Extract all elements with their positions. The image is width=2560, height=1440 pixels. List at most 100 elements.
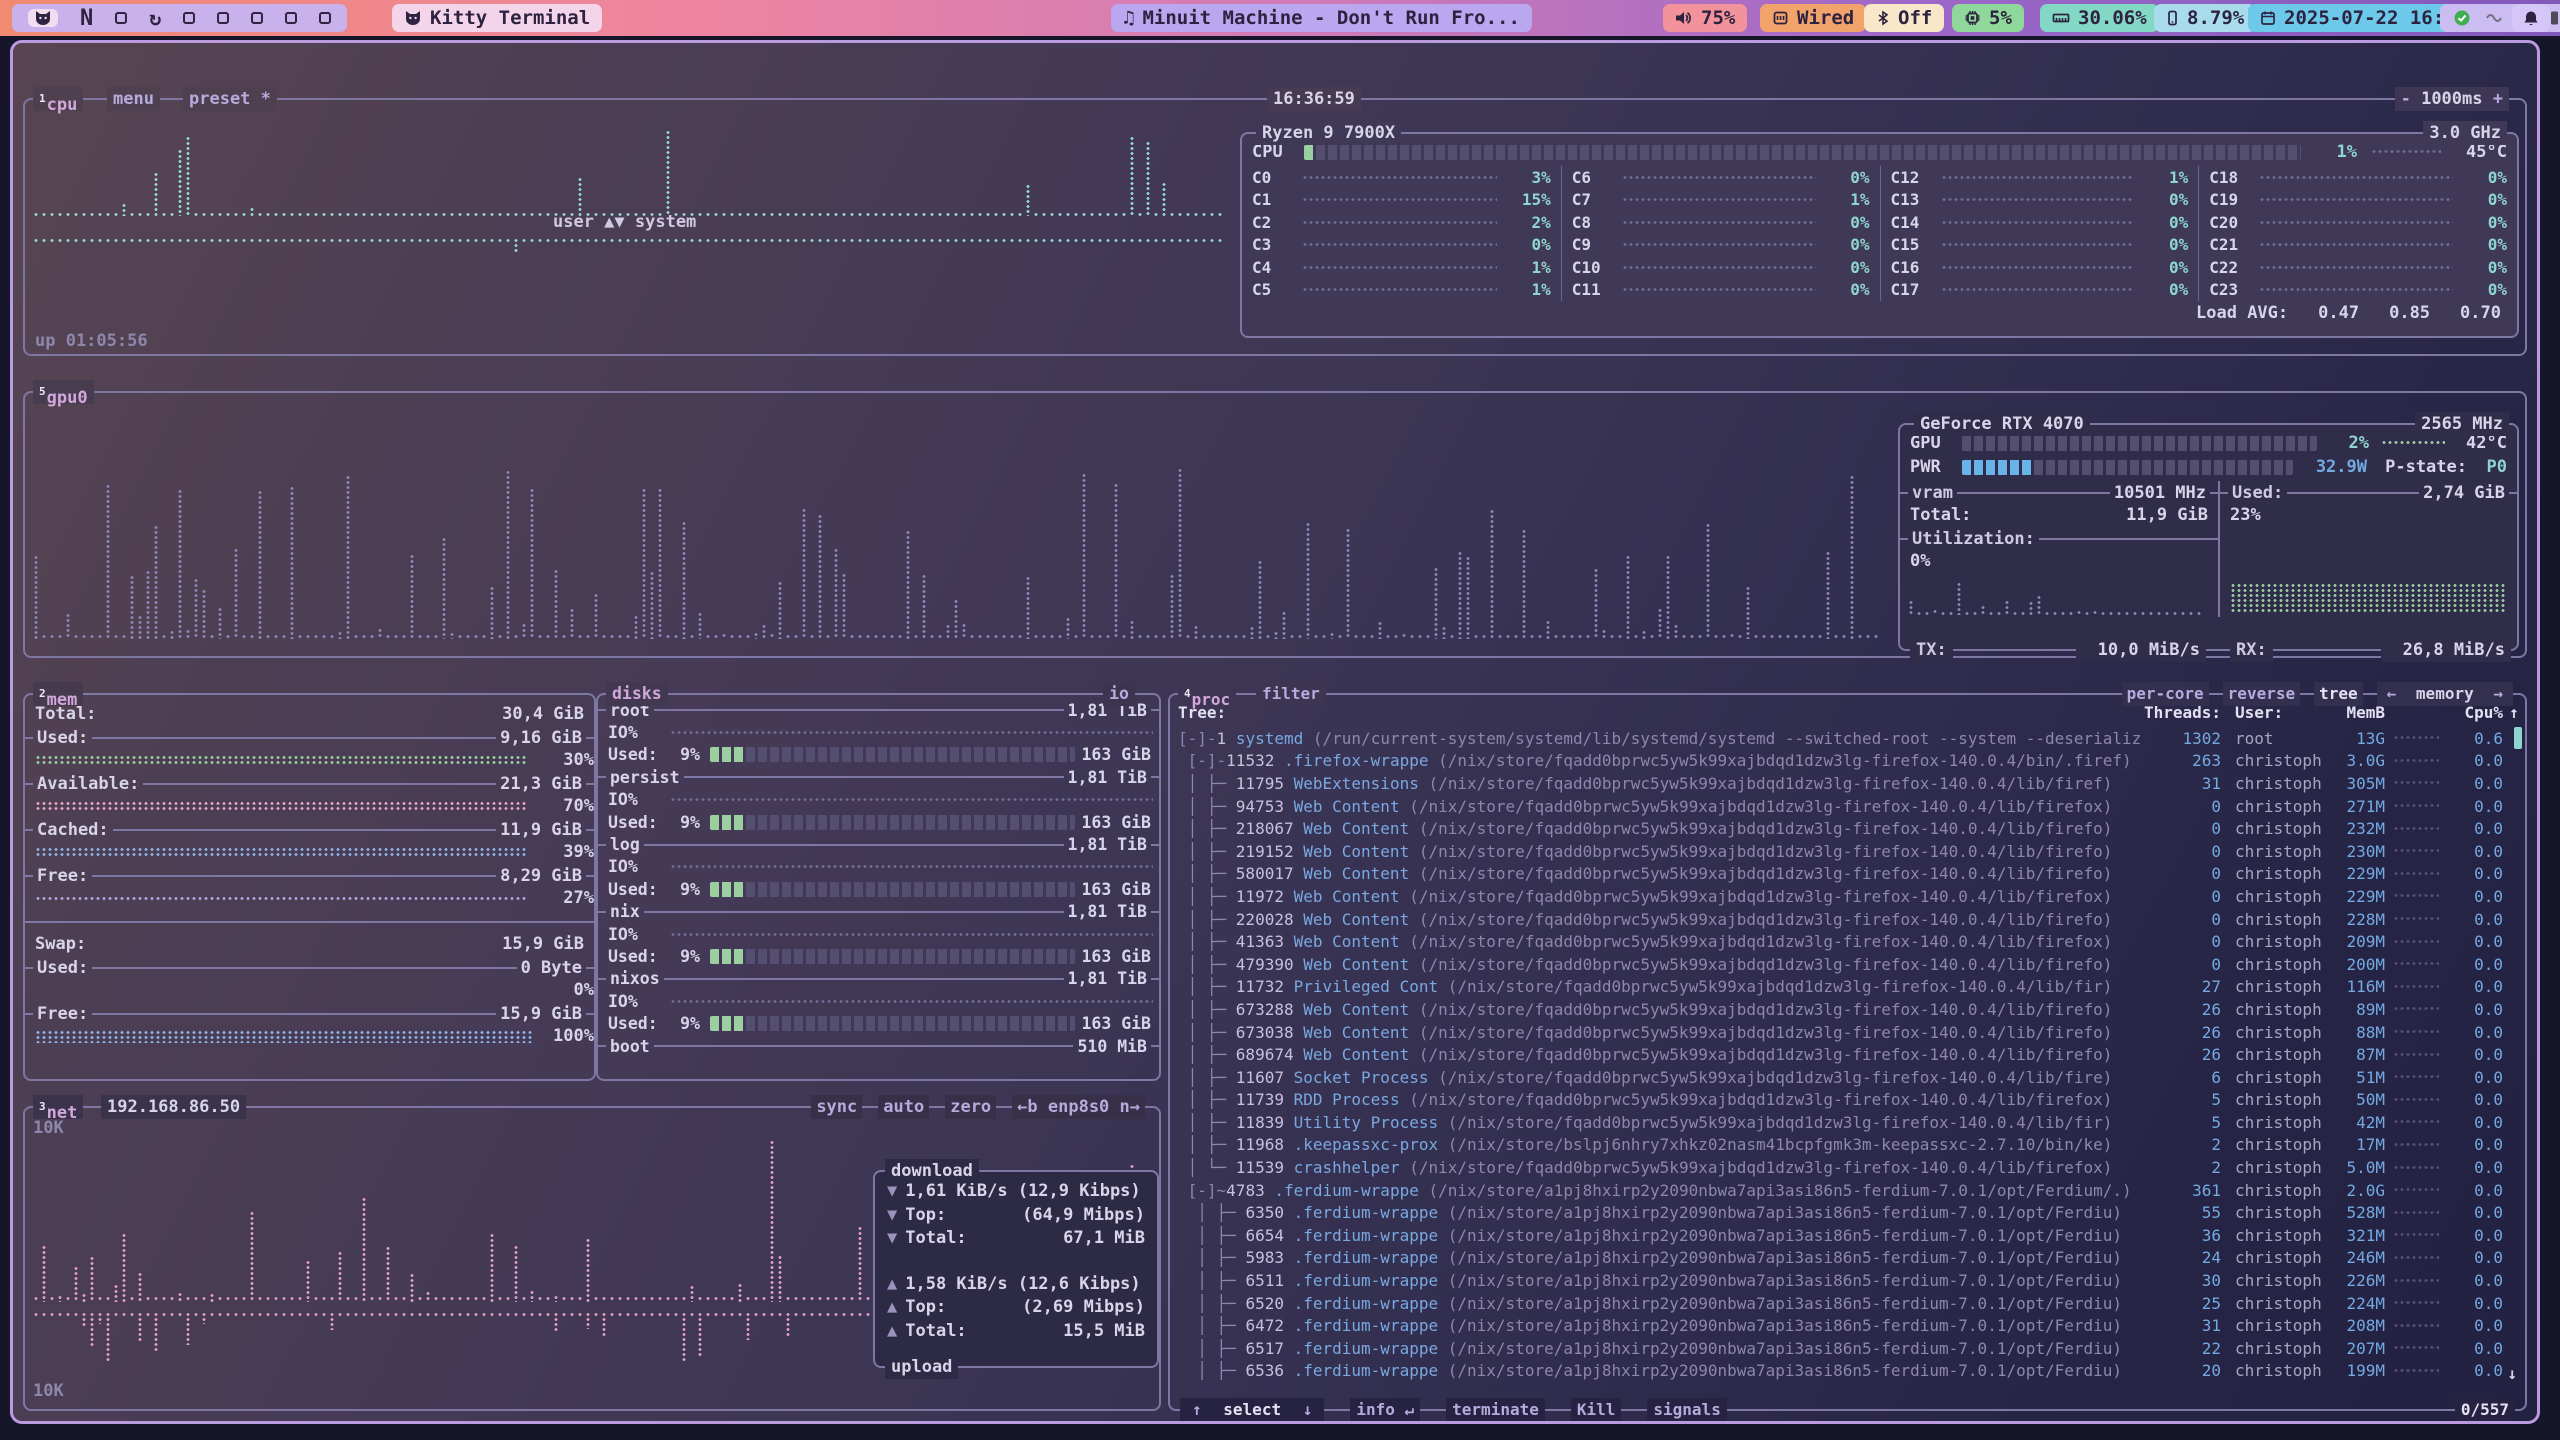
tree-button[interactable]: tree	[2314, 682, 2363, 706]
workspace-empty-icon[interactable]	[285, 12, 297, 24]
process-row[interactable]: │ ├─ 11972 Web Content (/nix/store/fqadd…	[1170, 885, 2525, 908]
process-row[interactable]: │ └─ 11539 crashhelper (/nix/store/fqadd…	[1170, 1156, 2525, 1179]
music-note-icon: ♫	[1123, 7, 1134, 29]
memory-panel-title[interactable]: 2mem	[33, 682, 83, 706]
process-cpu-meter	[2385, 758, 2447, 764]
process-row[interactable]: │ ├─ 94753 Web Content (/nix/store/fqadd…	[1170, 795, 2525, 818]
bluetooth-widget[interactable]: Off	[1864, 4, 1944, 32]
process-row[interactable]: │ ├─ 479390 Web Content (/nix/store/fqad…	[1170, 953, 2525, 976]
io-mode-button[interactable]: io	[1103, 682, 1135, 706]
proc-scrollbar-thumb[interactable]	[2514, 727, 2522, 749]
process-row[interactable]: │ ├─ 6536 .ferdium-wrappe (/nix/store/a1…	[1170, 1360, 2525, 1383]
cpu-widget[interactable]: 5%	[1952, 4, 2024, 32]
process-row[interactable]: │ ├─ 6654 .ferdium-wrappe (/nix/store/a1…	[1170, 1224, 2525, 1247]
preset-button[interactable]: preset *	[183, 87, 277, 111]
workspace-switcher[interactable]: N ↻	[12, 4, 347, 32]
process-row[interactable]: │ ├─ 218067 Web Content (/nix/store/fqad…	[1170, 817, 2525, 840]
workspace-empty-icon[interactable]	[251, 12, 263, 24]
workspace-nix[interactable]: N	[80, 6, 93, 31]
process-row[interactable]: [-]-1 systemd (/run/current-system/syste…	[1170, 727, 2525, 750]
network-widget[interactable]: Wired	[1760, 4, 1866, 32]
core-meter	[1622, 197, 1816, 202]
sort-column-switcher[interactable]: ← memory →	[2377, 682, 2513, 706]
tree-branch: │ ├─	[1178, 1203, 1245, 1222]
core-meter	[1622, 287, 1816, 292]
process-row[interactable]: │ ├─ 673288 Web Content (/nix/store/fqad…	[1170, 998, 2525, 1021]
process-row[interactable]: │ ├─ 41363 Web Content (/nix/store/fqadd…	[1170, 930, 2525, 953]
process-row[interactable]: [-]-11532 .firefox-wrappe (/nix/store/fq…	[1170, 750, 2525, 773]
process-row[interactable]: │ ├─ 11839 Utility Process (/nix/store/f…	[1170, 1111, 2525, 1134]
disk-used-pct: 9%	[660, 1012, 700, 1035]
process-threads: 31	[2141, 774, 2221, 793]
process-row[interactable]: │ ├─ 220028 Web Content (/nix/store/fqad…	[1170, 908, 2525, 931]
reverse-button[interactable]: reverse	[2223, 682, 2300, 706]
core-row: C20 0%	[2198, 211, 2517, 234]
core-pct: 0%	[2461, 168, 2507, 187]
workspace-empty-icon[interactable]	[319, 12, 331, 24]
process-row[interactable]: │ ├─ 6517 .ferdium-wrappe (/nix/store/a1…	[1170, 1337, 2525, 1360]
process-mem: 13G	[2325, 729, 2385, 748]
process-pid: 11532	[1226, 751, 1274, 770]
disks-panel-title[interactable]: disks	[606, 682, 668, 706]
per-core-button[interactable]: per-core	[2122, 682, 2209, 706]
gpu-panel-title[interactable]: 5gpu0	[33, 380, 94, 404]
process-cpu: 0.0	[2447, 797, 2503, 816]
volume-widget[interactable]: 75%	[1663, 4, 1747, 32]
net-sync-button[interactable]: sync	[811, 1095, 862, 1119]
process-row[interactable]: │ ├─ 6511 .ferdium-wrappe (/nix/store/a1…	[1170, 1269, 2525, 1292]
wave-icon[interactable]	[2485, 11, 2503, 25]
window-title-pill[interactable]: Kitty Terminal	[392, 4, 602, 32]
process-row[interactable]: │ ├─ 673038 Web Content (/nix/store/fqad…	[1170, 1021, 2525, 1044]
scroll-down-indicator[interactable]: ↓	[2507, 1364, 2517, 1383]
workspace-active[interactable]	[28, 9, 58, 27]
kill-button[interactable]: Kill	[1571, 1398, 1622, 1422]
process-row[interactable]: │ ├─ 11732 Privileged Cont (/nix/store/f…	[1170, 976, 2525, 999]
net-interface-switcher[interactable]: ←b enp8s0 n→	[1012, 1095, 1145, 1119]
process-row[interactable]: │ ├─ 6520 .ferdium-wrappe (/nix/store/a1…	[1170, 1292, 2525, 1315]
process-row[interactable]: │ ├─ 11739 RDD Process (/nix/store/fqadd…	[1170, 1089, 2525, 1112]
process-row[interactable]: [-]~4783 .ferdium-wrappe (/nix/store/a1p…	[1170, 1179, 2525, 1202]
process-row[interactable]: │ ├─ 11968 .keepassxc-prox (/nix/store/b…	[1170, 1134, 2525, 1157]
workspace-flame-icon[interactable]: ↻	[149, 6, 161, 30]
process-row[interactable]: │ ├─ 219152 Web Content (/nix/store/fqad…	[1170, 840, 2525, 863]
phone-tray-icon[interactable]	[2549, 10, 2560, 26]
process-row[interactable]: │ ├─ 580017 Web Content (/nix/store/fqad…	[1170, 863, 2525, 886]
net-zero-button[interactable]: zero	[945, 1095, 996, 1119]
workspace-empty-icon[interactable]	[183, 12, 195, 24]
process-cpu-meter	[2385, 1052, 2447, 1058]
net-auto-button[interactable]: auto	[878, 1095, 929, 1119]
memory-widget[interactable]: 30.06%	[2040, 4, 2159, 32]
notification-widget[interactable]	[2512, 4, 2550, 32]
workspace-empty-icon[interactable]	[115, 12, 127, 24]
process-mem: 305M	[2325, 774, 2385, 793]
process-row[interactable]: │ ├─ 11795 WebExtensions (/nix/store/fqa…	[1170, 772, 2525, 795]
core-row: C5 1%	[1242, 279, 1561, 302]
interval-value: 1000ms	[2421, 89, 2482, 109]
process-row[interactable]: │ ├─ 5983 .ferdium-wrappe (/nix/store/a1…	[1170, 1247, 2525, 1270]
workspace-empty-icon[interactable]	[217, 12, 229, 24]
core-label: C17	[1891, 280, 1933, 299]
select-control[interactable]: ↑ select ↓	[1180, 1398, 1324, 1422]
core-row: C11 0%	[1561, 279, 1880, 302]
process-row[interactable]: │ ├─ 6350 .ferdium-wrappe (/nix/store/a1…	[1170, 1201, 2525, 1224]
info-button[interactable]: info ↵	[1350, 1398, 1420, 1422]
interval-minus-button[interactable]: -	[2401, 89, 2411, 109]
music-widget[interactable]: ♫ Minuit Machine - Don't Run Fro...	[1111, 4, 1532, 32]
check-circle-icon[interactable]	[2453, 9, 2471, 27]
filter-button[interactable]: filter	[1256, 682, 1326, 706]
process-row[interactable]: │ ├─ 6472 .ferdium-wrappe (/nix/store/a1…	[1170, 1314, 2525, 1337]
tree-branch: │ ├─	[1178, 1248, 1245, 1267]
cpu-panel-title[interactable]: 1cpu	[33, 87, 83, 111]
terminate-button[interactable]: terminate	[1446, 1398, 1545, 1422]
net-panel-title[interactable]: 3net	[33, 1095, 83, 1119]
menu-button[interactable]: menu	[107, 87, 160, 111]
proc-panel-title[interactable]: 4proc	[1178, 682, 1236, 706]
disk-size: 1,81 TiB	[1064, 902, 1151, 921]
interval-plus-button[interactable]: +	[2493, 89, 2503, 109]
core-pct: 3%	[1505, 168, 1551, 187]
swap-free-label: Free:	[33, 1004, 92, 1024]
process-row[interactable]: │ ├─ 689674 Web Content (/nix/store/fqad…	[1170, 1043, 2525, 1066]
disk-widget[interactable]: 8.79%	[2154, 4, 2256, 32]
process-row[interactable]: │ ├─ 11607 Socket Process (/nix/store/fq…	[1170, 1066, 2525, 1089]
signals-button[interactable]: signals	[1647, 1398, 1726, 1422]
